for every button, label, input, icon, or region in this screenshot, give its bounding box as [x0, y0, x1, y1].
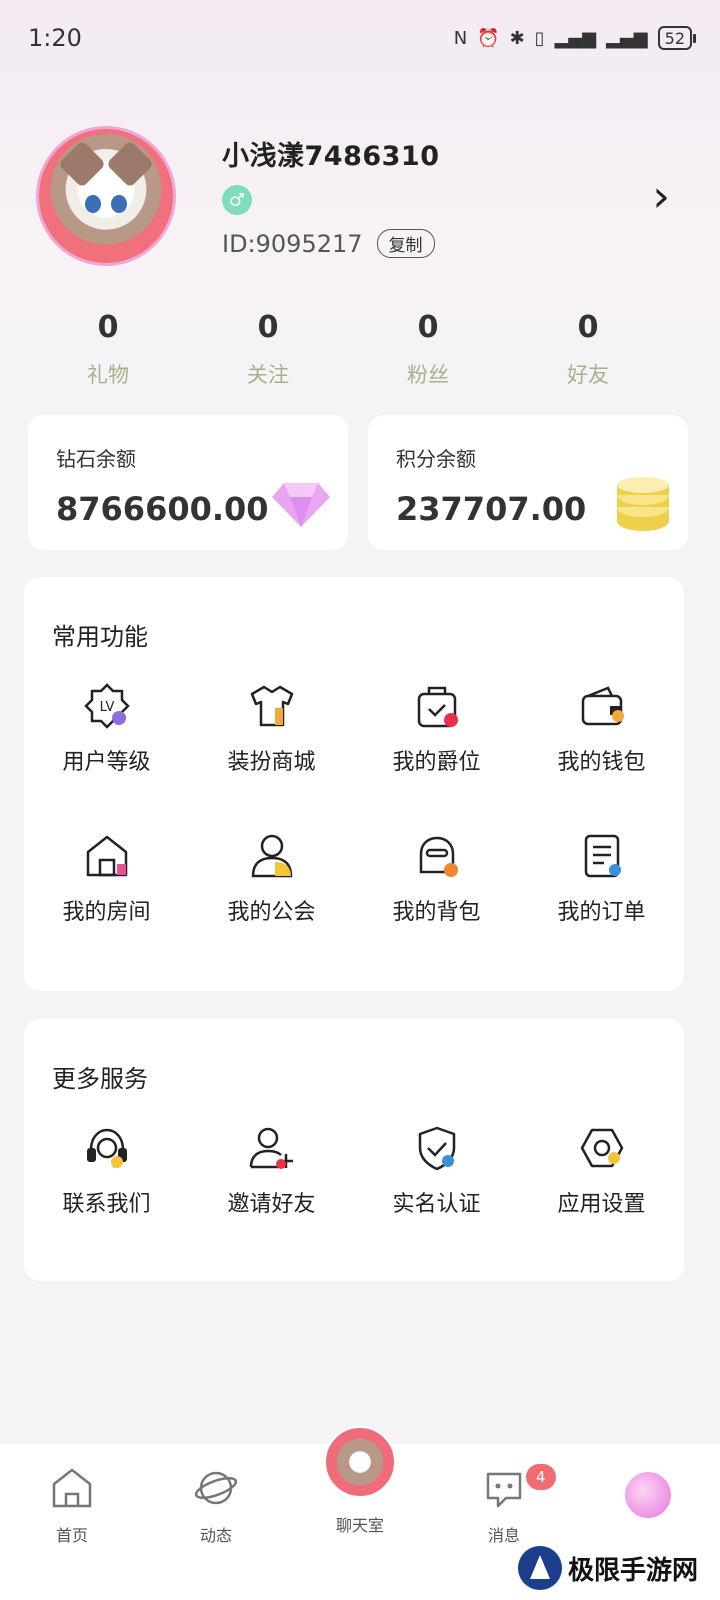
message-icon	[486, 1472, 522, 1508]
nav-label: 消息	[487, 1526, 520, 1545]
stat-gifts[interactable]: 0 礼物	[28, 310, 188, 389]
nfc-icon: N	[453, 27, 468, 49]
battery-icon: 52	[657, 26, 697, 50]
diamond-balance-label: 钻石余额	[56, 447, 136, 471]
grid-label: 装扮商城	[227, 750, 316, 775]
peerage-bag-icon	[417, 686, 458, 728]
my-room-item[interactable]: 我的房间	[24, 832, 189, 982]
svg-text:LV: LV	[99, 700, 114, 715]
common-functions-grid: LV 用户等级 装扮商城 我的爵位 我的钱包 我的房间 我的公会 我的背包 我的…	[24, 652, 684, 982]
stats-row: 0 礼物 0 关注 0 粉丝 0 好友	[28, 310, 668, 389]
guild-user-icon	[251, 834, 292, 878]
grid-label: 我的钱包	[557, 750, 646, 775]
alarm-icon: ⏰	[477, 27, 500, 49]
stat-value: 0	[257, 310, 279, 345]
dress-up-shop-item[interactable]: 装扮商城	[189, 682, 354, 832]
nav-label: 动态	[199, 1526, 232, 1545]
more-services-section: 更多服务 联系我们 邀请好友 实名认证 应用设置	[24, 1019, 684, 1281]
me-blob-icon	[625, 1472, 671, 1518]
coin-stack-icon	[617, 477, 669, 531]
avatar[interactable]	[36, 126, 176, 266]
status-icons: N ⏰ ✱ ▯ ▂▄▆ ▂▄▆ 52	[453, 26, 697, 50]
gender-male-icon: ♂	[222, 185, 252, 215]
grid-label: 邀请好友	[227, 1192, 316, 1217]
add-friend-icon	[249, 1127, 293, 1169]
settings-hex-icon	[580, 1128, 623, 1168]
peerage-item[interactable]: 我的爵位	[354, 682, 519, 832]
planet-icon	[194, 1471, 238, 1505]
backpack-icon	[419, 836, 458, 877]
my-guild-item[interactable]: 我的公会	[189, 832, 354, 982]
grid-label: 我的房间	[62, 900, 151, 925]
nav-label: 首页	[55, 1526, 88, 1545]
status-bar: 1:20 N ⏰ ✱ ▯ ▂▄▆ ▂▄▆ 52	[0, 0, 720, 76]
stat-value: 0	[577, 310, 599, 345]
user-level-item[interactable]: LV 用户等级	[24, 682, 189, 832]
chatroom-avatar	[324, 1426, 396, 1498]
chevron-right-icon[interactable]: ›	[652, 171, 670, 222]
points-balance-label: 积分余额	[396, 447, 476, 471]
nav-label: 聊天室	[335, 1516, 384, 1535]
stat-label: 粉丝	[407, 363, 449, 387]
username: 小浅漾7486310	[222, 141, 440, 172]
copy-id-button[interactable]: 复制	[376, 229, 435, 258]
stat-value: 0	[417, 310, 439, 345]
watermark: 极限手游网	[517, 1546, 698, 1590]
diamond-icon	[272, 483, 330, 527]
level-badge-icon: LV	[83, 683, 130, 729]
grid-label: 用户等级	[62, 750, 151, 775]
nav-chatroom[interactable]: 聊天室	[288, 1426, 432, 1600]
nav-moments[interactable]: 动态	[144, 1466, 288, 1600]
stat-label: 礼物	[87, 363, 129, 387]
grid-label: 我的爵位	[392, 750, 481, 775]
my-backpack-item[interactable]: 我的背包	[354, 832, 519, 982]
common-functions-section: 常用功能 LV 用户等级 装扮商城 我的爵位 我的钱包 我的房间 我的公会 我的…	[24, 577, 684, 991]
grid-label: 应用设置	[557, 1192, 646, 1217]
invite-friends-item[interactable]: 邀请好友	[189, 1124, 354, 1274]
stat-label: 关注	[247, 363, 289, 387]
bluetooth-icon: ✱	[509, 27, 525, 49]
diamond-balance-card[interactable]: 钻石余额 8766600.00	[28, 415, 348, 550]
shield-check-icon	[418, 1126, 455, 1171]
tshirt-icon	[250, 685, 293, 727]
status-time: 1:20	[28, 24, 82, 52]
stat-fans[interactable]: 0 粉丝	[348, 310, 508, 389]
id-row: ID:9095217 复制	[222, 229, 652, 258]
user-id: ID:9095217	[222, 229, 363, 258]
stat-label: 好友	[567, 363, 609, 387]
grid-label: 我的订单	[557, 900, 646, 925]
message-count-badge: 4	[526, 1464, 556, 1490]
more-services-grid: 联系我们 邀请好友 实名认证 应用设置	[24, 1094, 684, 1274]
section-title: 更多服务	[52, 1065, 148, 1093]
grid-label: 联系我们	[62, 1192, 151, 1217]
watermark-text: 极限手游网	[567, 1555, 698, 1586]
wallet-icon	[581, 686, 624, 726]
my-orders-item[interactable]: 我的订单	[519, 832, 684, 982]
profile-info: 小浅漾7486310 ♂ ID:9095217 复制	[222, 134, 652, 258]
profile-header[interactable]: 小浅漾7486310 ♂ ID:9095217 复制 ›	[36, 126, 686, 266]
points-balance-card[interactable]: 积分余额 237707.00	[368, 415, 688, 550]
stat-following[interactable]: 0 关注	[188, 310, 348, 389]
nav-home[interactable]: 首页	[0, 1466, 144, 1600]
app-settings-item[interactable]: 应用设置	[519, 1124, 684, 1274]
section-title: 常用功能	[52, 623, 148, 651]
grid-label: 实名认证	[392, 1192, 481, 1217]
vibrate-icon: ▯	[534, 27, 545, 49]
watermark-logo-icon	[517, 1546, 562, 1590]
signal-2-icon: ▂▄▆	[606, 27, 648, 49]
headset-icon	[86, 1128, 127, 1168]
balance-row: 钻石余额 8766600.00 积分余额 237707.00	[28, 415, 688, 550]
home-icon	[52, 1468, 92, 1508]
wallet-item[interactable]: 我的钱包	[519, 682, 684, 832]
stat-friends[interactable]: 0 好友	[508, 310, 668, 389]
signal-icon: ▂▄▆	[554, 27, 597, 49]
stat-value: 0	[97, 310, 119, 345]
real-name-verification-item[interactable]: 实名认证	[354, 1124, 519, 1274]
order-doc-icon	[584, 834, 621, 878]
room-icon	[86, 835, 127, 877]
grid-label: 我的背包	[392, 900, 481, 925]
contact-us-item[interactable]: 联系我们	[24, 1124, 189, 1274]
grid-label: 我的公会	[227, 900, 316, 925]
